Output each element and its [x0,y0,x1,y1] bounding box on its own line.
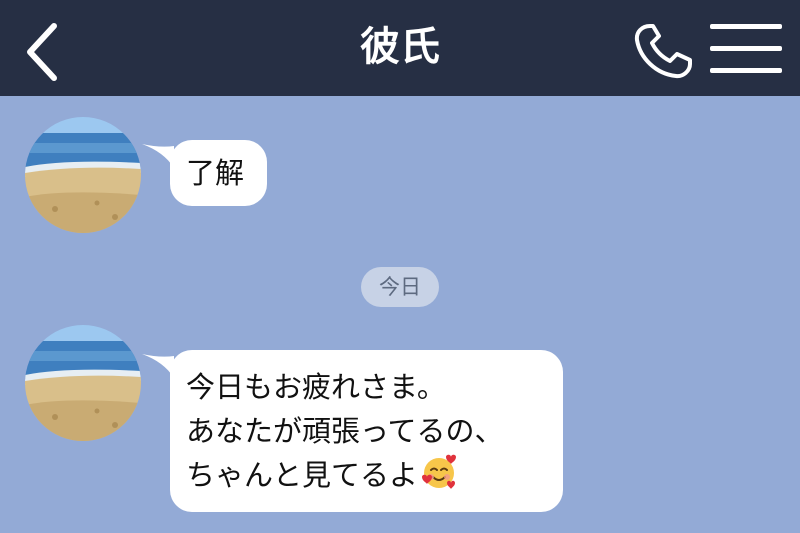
chat-header: 彼氏 [0,0,800,96]
message-line: あなたが頑張ってるの、 [186,414,504,448]
sender-avatar[interactable] [25,325,141,441]
date-divider: 今日 [361,267,439,307]
sender-avatar[interactable] [25,117,141,233]
message-line: 今日もお疲れさま。 [186,370,446,404]
beach-photo-avatar [25,325,141,441]
menu-button[interactable] [708,22,784,76]
message-line-text: ちゃんと見てるよ [186,458,419,492]
beach-photo-avatar [25,117,141,233]
phone-icon [634,24,692,79]
hamburger-menu-icon [710,24,782,73]
message-bubble[interactable]: 了解 [170,140,267,206]
message-text: 了解 [186,156,245,190]
message-line-last: ちゃんと見てるよ [186,453,504,497]
message-bubble[interactable]: 今日もお疲れさま。 あなたが頑張ってるの、 ちゃんと見てるよ [170,350,563,512]
smiling-face-with-hearts-emoji [420,453,458,491]
call-button[interactable] [628,18,700,82]
